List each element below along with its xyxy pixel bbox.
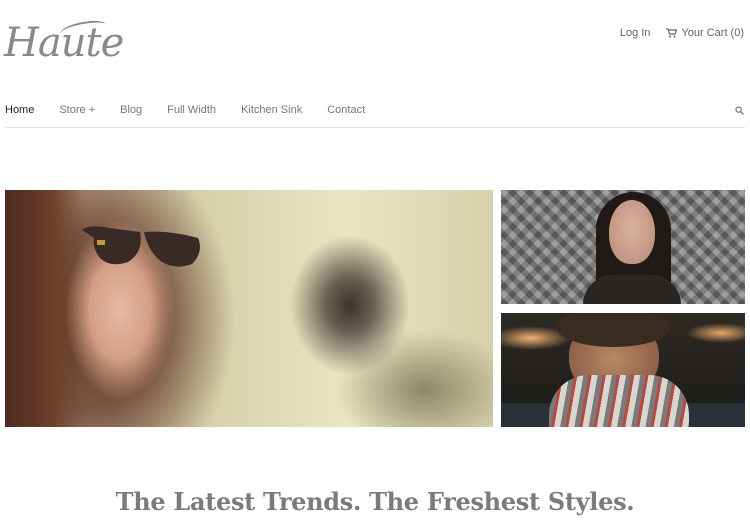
side-top-face-shape — [609, 200, 655, 264]
hero-image-woman-sunglasses[interactable] — [5, 190, 493, 427]
cart-link[interactable]: Your Cart (0) — [666, 27, 744, 39]
cart-label: Your Cart (0) — [681, 27, 744, 39]
nav-item-contact[interactable]: Contact — [327, 100, 365, 120]
header-links: Log In Your Cart (0) — [620, 27, 744, 39]
cart-icon — [666, 28, 678, 38]
nav-item-kitchen-sink[interactable]: Kitchen Sink — [241, 100, 302, 120]
side-top-body-shape — [583, 275, 681, 304]
nav-item-blog[interactable]: Blog — [120, 100, 142, 120]
nav-item-home[interactable]: Home — [5, 100, 34, 120]
nav-item-full-width[interactable]: Full Width — [167, 100, 216, 120]
hero-tagline: The Latest Trends. The Freshest Styles. — [115, 487, 635, 516]
main-nav: Home Store + Blog Full Width Kitchen Sin… — [5, 100, 745, 128]
side-bot-scarf-shape — [549, 375, 689, 427]
search-icon[interactable] — [735, 106, 745, 116]
side-image-woman-portrait[interactable] — [501, 190, 745, 304]
login-link[interactable]: Log In — [620, 27, 651, 39]
side-image-man-scarf[interactable] — [501, 313, 745, 427]
sunglasses-shape — [80, 222, 205, 270]
nav-item-store[interactable]: Store + — [59, 100, 95, 120]
